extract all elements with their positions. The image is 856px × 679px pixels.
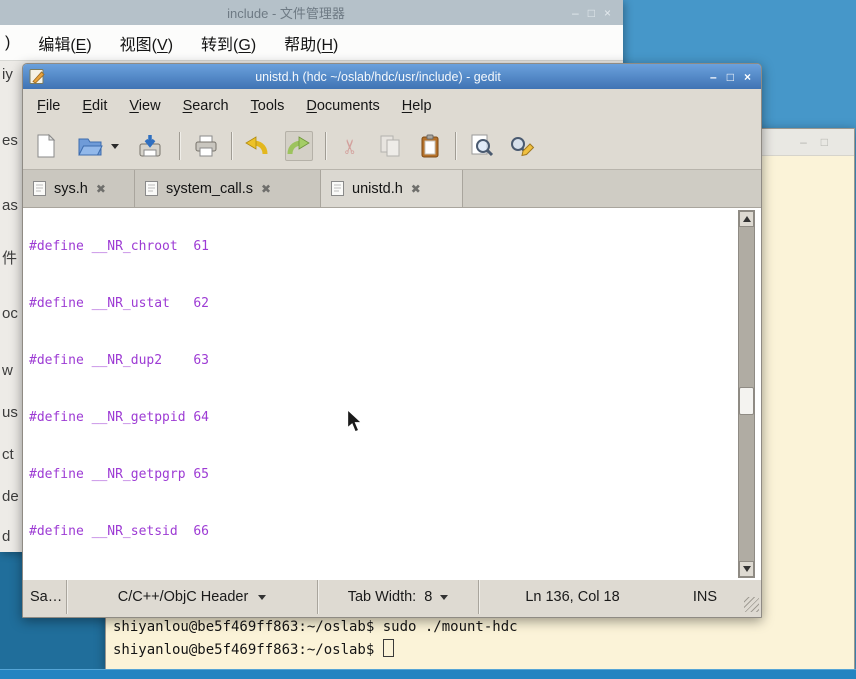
terminal-cursor (383, 639, 394, 657)
toolbar-separator (455, 132, 457, 160)
scrollbar[interactable] (738, 210, 755, 578)
menu-item-search[interactable]: Search (183, 98, 229, 114)
paste-icon[interactable] (417, 132, 443, 160)
undo-icon[interactable] (243, 132, 269, 160)
menu-item-documents[interactable]: Documents (306, 98, 379, 114)
document-icon (331, 181, 344, 196)
maximize-icon[interactable]: □ (821, 135, 828, 149)
tab-label: unistd.h (352, 181, 403, 197)
sidebar-text-fragment: es (2, 132, 18, 149)
tab-close-icon[interactable]: ✖ (411, 182, 421, 196)
code-line: #define __NR_getpgrp 65 (29, 465, 272, 484)
code-line: #define __NR_sigaction 67 (29, 579, 272, 580)
terminal-prompt-line: shiyanlou@be5f469ff863:~/oslab$ (113, 639, 518, 662)
status-save-indicator: Sa… (23, 580, 67, 614)
code-line: #define __NR_ustat 62 (29, 294, 272, 313)
new-document-icon[interactable] (33, 132, 59, 160)
gedit-app-icon (29, 68, 46, 85)
file-manager-titlebar[interactable]: include - 文件管理器 – □ × (0, 0, 623, 25)
code-line: #define __NR_setsid 66 (29, 522, 272, 541)
maximize-icon[interactable]: □ (727, 70, 734, 84)
terminal-output[interactable]: shiyanlou@be5f469ff863:~/oslab$ sudo ./m… (113, 616, 518, 662)
document-icon (145, 181, 158, 196)
toolbar-separator (231, 132, 233, 160)
menu-item-view[interactable]: 视图(V) (120, 31, 173, 55)
sidebar-text-fragment: us (2, 404, 18, 421)
scroll-down-icon[interactable] (739, 561, 754, 577)
mouse-cursor (346, 408, 364, 440)
gedit-tabbar: sys.h ✖ system_call.s ✖ unistd.h ✖ (23, 170, 761, 208)
tab-label: sys.h (54, 181, 88, 197)
tab-close-icon[interactable]: ✖ (96, 182, 106, 196)
sidebar-text-fragment: w (2, 362, 13, 379)
chevron-down-icon (258, 595, 266, 600)
menu-item-help[interactable]: 帮助(H) (284, 31, 338, 55)
tab-close-icon[interactable]: ✖ (261, 182, 271, 196)
code-line: #define __NR_getppid 64 (29, 408, 272, 427)
gedit-statusbar: Sa… C/C++/ObjC Header Tab Width: 8 Ln 13… (23, 580, 761, 614)
cut-icon[interactable]: ✂ (337, 132, 363, 160)
tab-width-dropdown[interactable]: Tab Width: 8 (318, 580, 479, 614)
toolbar-separator (179, 132, 181, 160)
gedit-window-title: unistd.h (hdc ~/oslab/hdc/usr/include) -… (46, 70, 710, 84)
chevron-down-icon (440, 595, 448, 600)
toolbar-separator (325, 132, 327, 160)
copy-icon[interactable] (377, 132, 403, 160)
sidebar-text-fragment: de (2, 488, 19, 505)
menu-item-tools[interactable]: Tools (251, 98, 285, 114)
code-line: #define __NR_chroot 61 (29, 237, 272, 256)
close-icon[interactable]: × (744, 70, 751, 84)
redo-icon[interactable] (285, 131, 313, 161)
minimize-icon[interactable]: – (800, 135, 807, 149)
maximize-icon[interactable]: □ (588, 6, 595, 20)
file-manager-menubar: ) 编辑(E) 视图(V) 转到(G) 帮助(H) (0, 25, 623, 61)
sidebar-text-fragment: iy (2, 66, 13, 83)
menu-item-help[interactable]: Help (402, 98, 432, 114)
save-icon[interactable] (137, 132, 163, 160)
open-dropdown-icon[interactable] (109, 132, 121, 160)
sidebar-text-fragment: 件 (2, 247, 17, 268)
minimize-icon[interactable]: – (572, 6, 579, 20)
gedit-toolbar: ✂ (23, 123, 761, 170)
sidebar-text-fragment: ct (2, 446, 14, 463)
sidebar-text-fragment: d (2, 528, 10, 545)
menu-item-edit[interactable]: Edit (82, 98, 107, 114)
open-icon[interactable] (77, 132, 103, 160)
menu-item-edit[interactable]: 编辑(E) (38, 31, 91, 55)
gedit-text-area[interactable]: #define __NR_chroot 61 #define __NR_usta… (23, 208, 761, 580)
tab-label: system_call.s (166, 181, 253, 197)
menu-item-file[interactable]: File (37, 98, 60, 114)
file-manager-title: include - 文件管理器 (0, 3, 572, 22)
gedit-window: unistd.h (hdc ~/oslab/hdc/usr/include) -… (22, 63, 762, 618)
menu-item-go[interactable]: 转到(G) (201, 31, 256, 55)
language-mode-dropdown[interactable]: C/C++/ObjC Header (67, 580, 318, 614)
desktop: include - 文件管理器 – □ × ) 编辑(E) 视图(V) 转到(G… (0, 0, 856, 679)
scroll-up-icon[interactable] (739, 211, 754, 227)
sidebar-text-fragment: oc (2, 305, 18, 322)
replace-icon[interactable] (509, 132, 535, 160)
resize-grip[interactable] (744, 597, 759, 612)
tab-unistd-h[interactable]: unistd.h ✖ (321, 170, 463, 207)
scrollbar-thumb[interactable] (739, 387, 754, 415)
document-icon (33, 181, 46, 196)
terminal-line: shiyanlou@be5f469ff863:~/oslab$ sudo ./m… (113, 616, 518, 639)
code-line: #define __NR_dup2 63 (29, 351, 272, 370)
cursor-position: Ln 136, Col 18 (479, 580, 666, 614)
gedit-menubar: File Edit View Search Tools Documents He… (23, 89, 761, 123)
input-mode: INS (666, 580, 744, 614)
tab-sys-h[interactable]: sys.h ✖ (23, 170, 135, 207)
menu-item-view[interactable]: View (129, 98, 160, 114)
minimize-icon[interactable]: – (710, 70, 717, 84)
find-icon[interactable] (469, 132, 495, 160)
tab-system-call-s[interactable]: system_call.s ✖ (135, 170, 321, 207)
print-icon[interactable] (193, 132, 219, 160)
close-icon[interactable]: × (604, 6, 611, 20)
gedit-titlebar[interactable]: unistd.h (hdc ~/oslab/hdc/usr/include) -… (23, 64, 761, 89)
sidebar-text-fragment: as (2, 197, 18, 214)
menu-item-file-clipped[interactable]: ) (5, 34, 10, 52)
code-block: #define __NR_chroot 61 #define __NR_usta… (29, 208, 272, 580)
taskbar[interactable] (0, 669, 856, 679)
